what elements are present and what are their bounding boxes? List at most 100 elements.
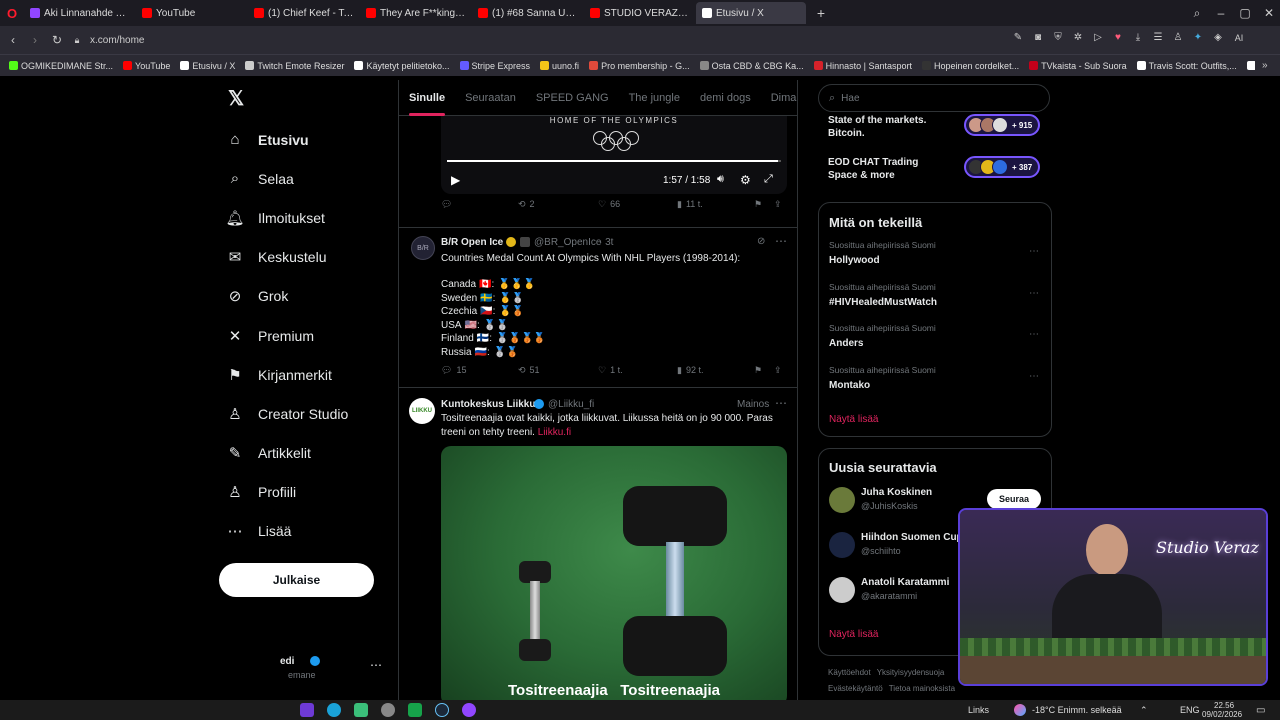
nav-item-lis-[interactable]: ⋯ Lisää <box>218 512 398 551</box>
bookmark-item[interactable]: Pro membership - G... <box>584 61 695 71</box>
nav-item-selaa[interactable]: ⌕ Selaa <box>218 159 398 198</box>
post-link[interactable]: Liikku.fi <box>538 427 571 438</box>
bookmarks-more[interactable]: » <box>1262 60 1268 71</box>
trend-item[interactable]: Suosittua aihepiirissä Suomi #HIVHealedMu… <box>819 278 1051 320</box>
follow-name[interactable]: Anatoli Karatammi <box>861 577 949 588</box>
forward-icon[interactable]: › <box>28 33 42 47</box>
twitch-icon[interactable] <box>462 703 476 717</box>
avatar[interactable]: B/R <box>411 236 435 260</box>
edge-icon[interactable] <box>327 703 341 717</box>
space-listeners-pill[interactable]: + 915 <box>964 114 1040 136</box>
bookmark-item[interactable]: Etusivu / X <box>175 61 240 71</box>
opera-logo-icon[interactable]: O <box>0 6 24 21</box>
more-icon[interactable]: ⋯ <box>1029 329 1039 340</box>
notification-icon[interactable]: ▭ <box>1256 705 1265 716</box>
avatar[interactable]: LIIKKU <box>409 398 435 424</box>
feed-tab[interactable]: Sinulle <box>399 80 455 116</box>
post-br-open-ice[interactable]: B/R B/R Open Ice @BR_OpenIce · 3t ⊘ ⋯ Co… <box>399 228 797 388</box>
nav-item-etusivu[interactable]: ⌂ Etusivu <box>218 120 398 159</box>
shield-icon[interactable]: ⛨ <box>1052 32 1064 43</box>
search-input[interactable]: ⌕ Hae <box>818 84 1050 112</box>
more-icon[interactable]: ⋯ <box>1029 371 1039 382</box>
nav-item-profiili[interactable]: ♙ Profiili <box>218 473 398 512</box>
account-icon[interactable]: ♙ <box>1172 32 1184 43</box>
account-switcher[interactable]: edi emane ⋯ <box>230 650 390 684</box>
edit-icon[interactable]: ✎ <box>1012 32 1024 43</box>
weather-text[interactable]: -18°C Enimm. selkeää <box>1032 705 1122 715</box>
footer-link[interactable]: Tietoa mainoksista <box>889 681 955 697</box>
author-name[interactable]: B/R Open Ice <box>441 237 503 248</box>
browser-tab[interactable]: They Are F**king Desperat <box>360 2 472 24</box>
space-card[interactable]: EOD CHAT Trading Space & more + 387 <box>818 154 1052 194</box>
post-button[interactable]: Julkaise <box>219 563 374 597</box>
video-progress-track[interactable] <box>447 160 781 162</box>
links-toolbar[interactable]: Links <box>968 705 989 715</box>
bookmark-icon[interactable]: ⚑ <box>754 199 762 210</box>
play-icon[interactable]: ▷ <box>1092 32 1104 43</box>
app-icon[interactable] <box>408 703 422 717</box>
browser-tab[interactable]: (1) Chief Keef - Talking Iri <box>248 2 360 24</box>
more-icon[interactable]: ⋯ <box>775 234 787 248</box>
feed-tab[interactable]: Dima's Dist <box>761 80 797 116</box>
url-field[interactable]: 🔒︎ x.com/home <box>70 30 990 50</box>
nav-item-kirjanmerkit[interactable]: ⚑ Kirjanmerkit <box>218 355 398 394</box>
app-icon[interactable] <box>300 703 314 717</box>
grok-icon[interactable]: ⊘ <box>757 236 765 247</box>
video-player[interactable]: HOME OF THE OLYMPICS ▶ 1:57 / 1:58 🔊︎ ⚙ … <box>441 116 787 194</box>
bookmark-item[interactable]: Hinnasto | Santasport <box>809 61 917 71</box>
author-name[interactable]: Kuntokeskus Liikku <box>441 399 535 410</box>
reply-button[interactable]: 💬︎ 15 <box>441 365 466 376</box>
bookmark-item[interactable]: Osta CBD & CBG Ka... <box>695 61 809 71</box>
reply-button[interactable]: 💬︎ <box>441 199 456 210</box>
views-button[interactable]: ▮ 92 t. <box>677 365 703 376</box>
volume-icon[interactable]: 🔊︎ <box>717 173 724 186</box>
repost-button[interactable]: ⟲ 2 <box>518 199 535 210</box>
minimize-icon[interactable]: – <box>1214 6 1228 20</box>
nav-item-creator-studio[interactable]: ♙ Creator Studio <box>218 394 398 433</box>
ad-image[interactable]: Tositreenaajia Tositreenaajia <box>441 446 787 700</box>
ai-icon[interactable]: AI <box>1232 32 1246 43</box>
follow-show-more[interactable]: Näytä lisää <box>829 629 878 640</box>
browser-tab[interactable]: (1) #68 Sanna Ukkola - Yo <box>472 2 584 24</box>
space-card[interactable]: State of the markets. Bitcoin. + 915 <box>818 112 1052 152</box>
search-icon[interactable]: ⌕ <box>1190 6 1204 21</box>
nav-item-ilmoitukset[interactable]: 🔔︎ Ilmoitukset <box>218 198 398 237</box>
bookmark-item[interactable]: Stripe Express <box>455 61 536 71</box>
bookmark-icon[interactable]: ⚑ <box>754 365 762 376</box>
footer-link[interactable]: Yksityisyydensuoja <box>877 665 945 681</box>
bookmark-item[interactable]: Travis Scott: Outfits,... <box>1132 61 1242 71</box>
bookmark-item[interactable]: OGMIKEDIMANE Str... <box>4 61 118 71</box>
footer-link[interactable]: Evästekäytäntö <box>828 681 883 697</box>
nav-item-artikkelit[interactable]: ✎ Artikkelit <box>218 434 398 473</box>
app-icon[interactable] <box>354 703 368 717</box>
trends-show-more[interactable]: Näytä lisää <box>829 414 878 425</box>
avatar[interactable] <box>829 577 855 603</box>
browser-tab[interactable]: STUDIO VERAZ - YouTu <box>584 2 696 24</box>
clock-date[interactable]: 09/02/2026 <box>1202 710 1242 719</box>
heart-icon[interactable]: ♥ <box>1112 32 1124 43</box>
author-handle[interactable]: @BR_OpenIce <box>534 237 601 248</box>
avatar[interactable] <box>829 532 855 558</box>
more-icon[interactable]: ⋯ <box>1029 246 1039 257</box>
wallet-icon[interactable]: ◈ <box>1212 32 1224 43</box>
share-icon[interactable]: ⇪ <box>774 365 782 376</box>
browser-tab[interactable]: YouTube <box>136 2 248 24</box>
follow-button[interactable]: Seuraa <box>987 489 1041 509</box>
download-icon[interactable]: ⤓ <box>1132 32 1144 43</box>
author-handle[interactable]: @Liikku_fi <box>548 399 594 410</box>
bookmark-item[interactable]: Hopeinen cordelket... <box>917 61 1024 71</box>
trend-item[interactable]: Suosittua aihepiirissä Suomi Montako ⋯ <box>819 361 1051 403</box>
extension-icon[interactable]: ✲ <box>1072 32 1084 43</box>
app-icon[interactable] <box>381 703 395 717</box>
clock-time[interactable]: 22.56 <box>1214 701 1234 710</box>
feed-tab[interactable]: The jungle <box>619 80 690 116</box>
settings-icon[interactable]: ⚙ <box>740 173 751 187</box>
play-icon[interactable]: ▶ <box>451 173 460 187</box>
tray-chevron-icon[interactable]: ⌃ <box>1140 705 1148 716</box>
like-button[interactable]: ♡ 66 <box>598 199 620 210</box>
views-button[interactable]: ▮ 11 t. <box>677 199 703 210</box>
bookmark-item[interactable]: Watch Marvel's Luk... <box>1242 61 1255 71</box>
back-icon[interactable]: ‹ <box>6 33 20 47</box>
follow-name[interactable]: Juha Koskinen <box>861 487 932 498</box>
nav-item-grok[interactable]: ⊘ Grok <box>218 277 398 316</box>
